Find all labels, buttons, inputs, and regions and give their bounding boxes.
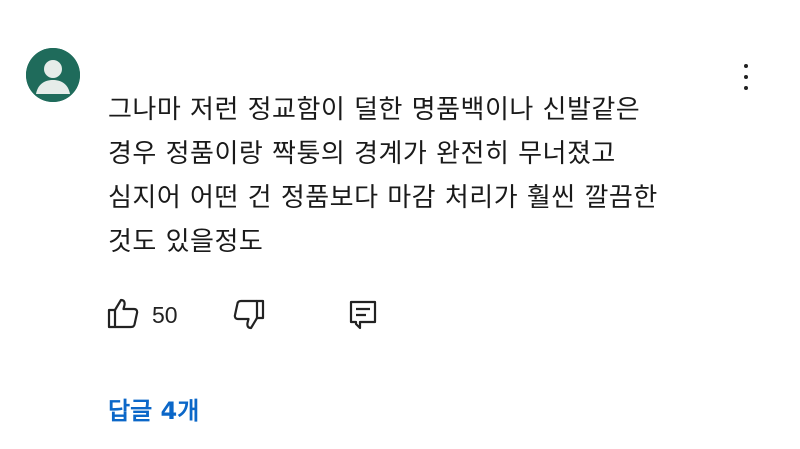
comment-line: 경우 정품이랑 짝퉁의 경계가 완전히 무너졌고 xyxy=(108,139,616,169)
reply-button[interactable] xyxy=(346,298,380,334)
view-replies-button[interactable]: 답글 4개 xyxy=(108,394,199,428)
comment-text: 그나마 저런 정교함이 덜한 명품백이나 신발같은 경우 정품이랑 짝퉁의 경계… xyxy=(108,88,748,264)
like-button[interactable] xyxy=(106,296,140,332)
more-vert-icon xyxy=(744,64,748,68)
thumb-down-icon xyxy=(233,299,265,330)
like-count: 50 xyxy=(152,302,178,328)
comment-reply-icon xyxy=(349,300,377,330)
comment-line: 것도 있을정도 xyxy=(108,227,264,257)
comment-line: 그나마 저런 정교함이 덜한 명품백이나 신발같은 xyxy=(108,95,641,125)
thumb-up-icon xyxy=(107,298,139,329)
comment-line: 심지어 어떤 건 정품보다 마감 처리가 훨씬 깔끔한 xyxy=(108,183,658,213)
default-user-avatar-icon xyxy=(26,48,80,102)
dislike-button[interactable] xyxy=(232,298,266,334)
user-avatar[interactable] xyxy=(26,48,80,102)
comment-thread: 그나마 저런 정교함이 덜한 명품백이나 신발같은 경우 정품이랑 짝퉁의 경계… xyxy=(0,0,800,449)
